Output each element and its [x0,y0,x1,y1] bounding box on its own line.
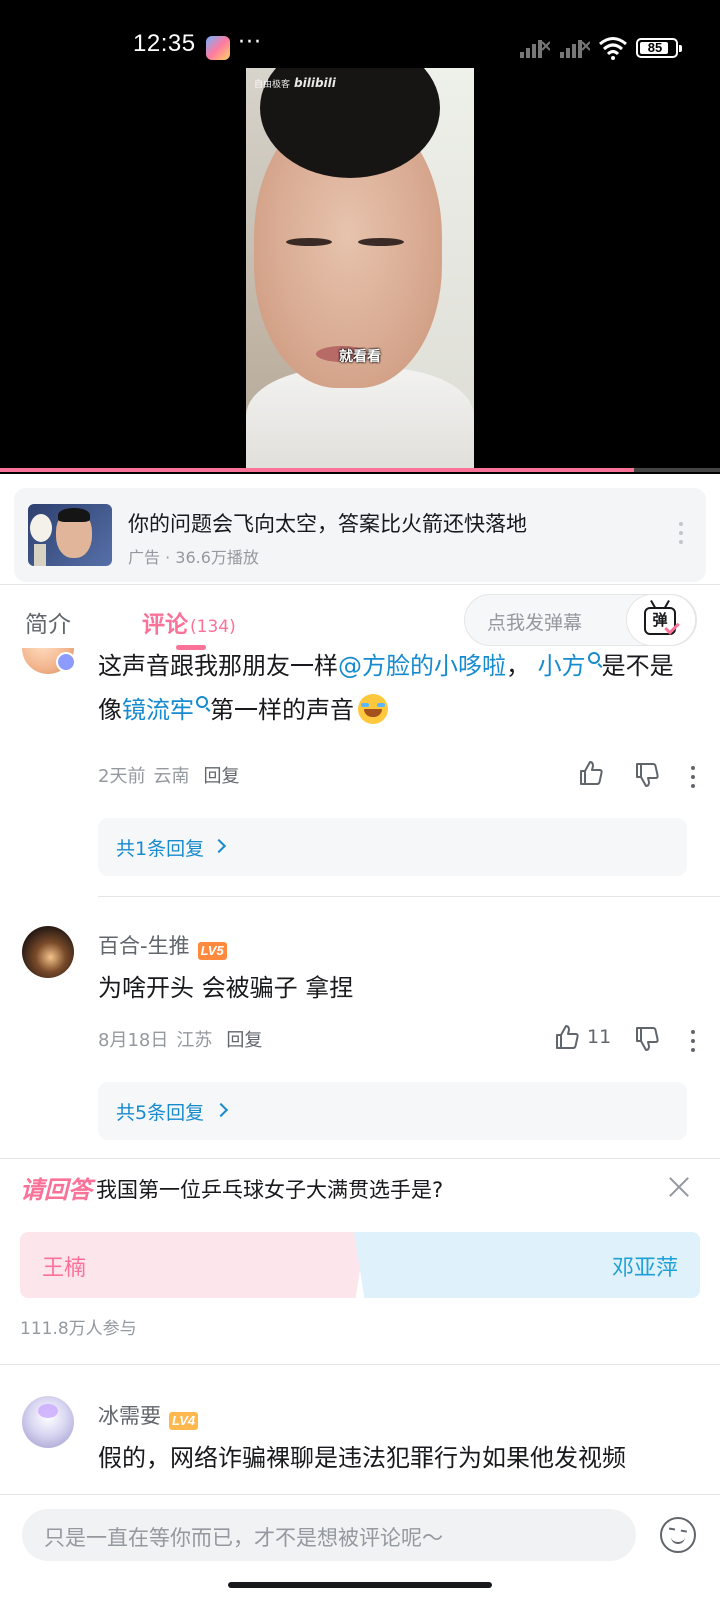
quiz-poll: 请回答 我国第一位乒乓球女子大满贯选手是? 王楠 邓亚萍 111.8万人参与 [0,1158,720,1363]
search-icon [587,652,600,664]
comment-location: 江苏 [176,1030,213,1051]
avatar[interactable] [22,926,74,978]
comment-date: 2天前 [98,766,146,787]
video-frame[interactable]: 自由极客 bilibili 就看看 [246,68,474,470]
close-icon[interactable] [668,1176,690,1198]
wifi-icon [599,37,627,60]
battery-level: 85 [647,40,663,55]
poll-option-b[interactable]: 邓亚萍 [354,1232,700,1298]
comment-location: 云南 [153,766,190,787]
emoji-icon[interactable] [660,1517,696,1553]
comment-placeholder: 只是一直在等你而已，才不是想被评论呢～ [44,1526,443,1550]
comment-list: 这声音跟我那朋友一样@方脸的小哆啦， 小方 是不是像镜流牢 第一样的声音 2天前 云南… [0,648,720,1478]
avatar[interactable] [22,1396,74,1448]
video-progress-fill [0,468,634,472]
more-options-icon[interactable] [678,522,684,548]
content-sheet: 你的问题会飞向太空，答案比火箭还快落地 广告 · 36.6万播放 简介 评论 (1… [0,474,720,1600]
tab-comments-label: 评论 [142,612,188,638]
signal-icon-2 [560,40,590,58]
reply-button[interactable]: 回复 [203,766,239,787]
tab-comments[interactable]: 评论 (134) [142,605,236,639]
signal-icon [520,40,550,58]
view-replies-button[interactable]: 共1条回复 [98,818,687,876]
comment-text: 这声音跟我那朋友一样@方脸的小哆啦， 小方 是不是像镜流牢 第一样的声音 [98,652,674,724]
ad-thumbnail [28,504,112,566]
danmaku-input[interactable]: 点我发弹幕 弹 [464,594,697,646]
app-notification-icon [206,36,230,60]
comment-username[interactable]: 百合-生推 LV5 [98,930,227,960]
heart-badge-icon [56,652,76,672]
tab-bar: 简介 评论 (134) 点我发弹幕 弹 [0,584,720,650]
thumbs-up-icon[interactable] [578,760,604,786]
tab-intro[interactable]: 简介 [25,605,71,639]
mention-link[interactable]: @方脸的小哆啦 [338,652,506,680]
thumbs-down-icon[interactable] [634,1026,660,1052]
comment-meta: 8月18日 江苏 回复 [98,1026,262,1052]
comment-date: 8月18日 [98,1030,169,1051]
view-replies-button[interactable]: 共5条回复 [98,1082,687,1140]
poll-tag: 请回答 [20,1176,92,1204]
divider [98,896,720,897]
battery-icon: 85 [636,38,682,58]
reply-button[interactable]: 回复 [226,1030,262,1051]
laugh-cry-emoji-icon [358,694,388,724]
thumbs-up-icon[interactable] [554,1024,580,1050]
more-options-icon[interactable] [690,1030,696,1056]
poll-participants: 111.8万人参与 [20,1319,137,1339]
chevron-right-icon [211,838,227,854]
more-options-icon[interactable] [690,766,696,792]
comments-count: (134) [190,617,236,637]
status-bar: 12:35 ··· 85 [0,0,720,96]
search-keyword-link[interactable]: 镜流牢 [122,696,194,724]
search-icon [196,696,208,708]
replies-label: 共1条回复 [116,838,205,860]
ad-title: 你的问题会飞向太空，答案比火箭还快落地 [128,512,527,536]
divider [0,1364,720,1365]
ad-meta: 广告 · 36.6万播放 [128,548,259,567]
like-count: 11 [587,1026,612,1048]
comment-username[interactable]: 冰需要 LV4 [98,1400,199,1430]
level-badge: LV5 [197,942,227,960]
video-progress-bar[interactable] [0,468,720,472]
comment-meta: 2天前 云南 回复 [98,762,239,788]
more-notifications-icon: ··· [238,30,262,55]
poll-option-a[interactable]: 王楠 [20,1232,366,1298]
video-player[interactable]: 12:35 ··· 85 自由极客 bilibili 就看看 [0,0,720,474]
comment-input[interactable]: 只是一直在等你而已，才不是想被评论呢～ [22,1509,636,1561]
replies-label: 共5条回复 [116,1102,205,1124]
danmaku-placeholder: 点我发弹幕 [487,612,583,634]
level-badge: LV4 [169,1412,199,1430]
poll-question: 我国第一位乒乓球女子大满贯选手是? [96,1178,444,1202]
video-subtitle: 就看看 [339,349,381,365]
home-indicator[interactable] [228,1582,492,1588]
danmaku-toggle-button[interactable]: 弹 [626,594,696,646]
search-keyword-link[interactable]: 小方 [538,652,586,680]
comment-text: 为啥开头 会被骗子 拿捏 [98,974,354,1002]
ad-card[interactable]: 你的问题会飞向太空，答案比火箭还快落地 广告 · 36.6万播放 [14,488,706,582]
comment-text: 假的，网络诈骗裸聊是违法犯罪行为如果他发视频 [98,1444,626,1472]
status-time: 12:35 [133,30,196,57]
thumbs-down-icon[interactable] [634,762,660,788]
chevron-right-icon [213,1102,229,1118]
